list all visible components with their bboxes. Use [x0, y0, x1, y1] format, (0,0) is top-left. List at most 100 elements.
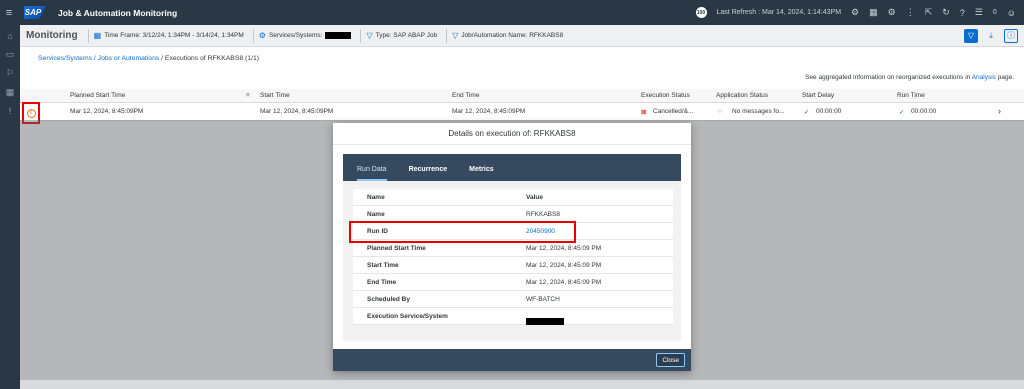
- executions-table: Planned Start Time ≡ Start Time End Time…: [20, 89, 1024, 121]
- dialog-tabs: Run Data Recurrence Metrics: [343, 154, 681, 181]
- col-name: Name: [367, 194, 385, 201]
- refresh-settings-icon[interactable]: ⚙: [888, 7, 896, 18]
- name-label: Job/Automation Name: RFKKABS8: [461, 32, 564, 39]
- tab-recurrence[interactable]: Recurrence: [409, 166, 448, 181]
- col-run-time[interactable]: Run Time: [897, 92, 925, 99]
- dialog-body: Name Value Name RFKKABS8 Run ID 20450900…: [343, 181, 681, 341]
- alert-icon[interactable]: !: [9, 106, 12, 116]
- col-planned-start[interactable]: Planned Start Time: [70, 92, 125, 99]
- filter-toolbar: Monitoring ▦ Time Frame: 3/12/24, 1:34PM…: [20, 25, 1024, 47]
- tab-run-data[interactable]: Run Data: [357, 166, 387, 181]
- type-label: Type: SAP ABAP Job: [375, 32, 438, 39]
- notifications-icon[interactable]: ☰: [975, 7, 983, 18]
- timeframe-label: Time Frame: 3/12/24, 1:34PM - 3/14/24, 1…: [104, 32, 244, 39]
- cell-exec-status: Cancelled/&...: [653, 108, 694, 115]
- cell-end: Mar 12, 2024, 8:45:09PM: [452, 108, 526, 115]
- cell-run-time: 00:00:00: [911, 108, 937, 115]
- info-line: See aggregated information on reorganize…: [805, 74, 1014, 81]
- col-start[interactable]: Start Time: [260, 92, 290, 99]
- value: RFKKABS8: [526, 211, 560, 218]
- service-icon: ⚙: [258, 31, 266, 40]
- jobs-icon[interactable]: ⚐: [6, 68, 14, 79]
- table-row[interactable]: Mar 12, 2024, 8:45:09PM Mar 12, 2024, 8:…: [20, 103, 1024, 121]
- breadcrumb-current: / Executions of RFKKABS8 (1/1): [159, 55, 259, 62]
- info-suffix: page.: [995, 74, 1014, 81]
- run-data-table: Name Value Name RFKKABS8 Run ID 20450900…: [353, 189, 673, 325]
- shell-bar: ≡ SAP Job & Automation Monitoring 100 La…: [0, 0, 1024, 25]
- timeframe-filter[interactable]: ▦ Time Frame: 3/12/24, 1:34PM - 3/14/24,…: [87, 28, 249, 43]
- services-filter[interactable]: ⚙ Services/Systems:: [252, 28, 357, 43]
- filter-icon: ▽: [452, 31, 459, 40]
- page-footer: [20, 380, 1024, 389]
- row-scheduled-by: Scheduled By WF-BATCH: [353, 291, 673, 308]
- key: Planned Start Time: [367, 245, 426, 252]
- tab-metrics[interactable]: Metrics: [469, 166, 494, 181]
- services-label: Services/Systems:: [268, 32, 323, 39]
- help-icon[interactable]: ?: [960, 8, 965, 18]
- table-header: Planned Start Time ≡ Start Time End Time…: [20, 89, 1024, 103]
- close-button[interactable]: Close: [656, 353, 685, 367]
- cancelled-icon: ⊠: [641, 109, 647, 116]
- row-navigate-icon[interactable]: ›: [998, 106, 1001, 116]
- info-prefix: See aggregated information on reorganize…: [805, 74, 972, 81]
- notifications-count: 0: [992, 9, 997, 16]
- col-exec-status[interactable]: Execution Status: [641, 92, 690, 99]
- dialog-footer: Close: [333, 349, 691, 371]
- user-icon[interactable]: ☺: [1007, 8, 1016, 18]
- value: Mar 12, 2024, 8:45:09 PM: [526, 279, 602, 286]
- value: Mar 12, 2024, 8:45:09 PM: [526, 245, 602, 252]
- col-end[interactable]: End Time: [452, 92, 479, 99]
- key: Scheduled By: [367, 296, 410, 303]
- key: Execution Service/System: [367, 313, 448, 320]
- calendar-icon: ▦: [93, 31, 102, 40]
- info-button[interactable]: ⓘ: [1004, 28, 1018, 43]
- left-nav: ⌂ ▭ ⚐ ▦ !: [0, 25, 20, 389]
- col-value: Value: [526, 194, 543, 201]
- cell-start: Mar 12, 2024, 8:45:09PM: [260, 108, 334, 115]
- last-refresh-text: Last Refresh : Mar 14, 2024, 1:14:43PM: [716, 9, 842, 16]
- key: Start Time: [367, 262, 399, 269]
- app-title: Job & Automation Monitoring: [58, 7, 178, 18]
- calendar-icon[interactable]: ▦: [869, 7, 878, 18]
- filter-button[interactable]: ▽: [964, 28, 978, 43]
- more-icon[interactable]: ⋮: [906, 7, 915, 18]
- breadcrumb: Services/Systems / Jobs or Automations /…: [38, 55, 259, 62]
- refresh-icon[interactable]: ↻: [942, 7, 950, 18]
- toolbar-actions: ▽ ⤓ ⓘ: [964, 28, 1024, 43]
- run-id-highlight: [349, 221, 576, 243]
- shell-actions: 100 Last Refresh : Mar 14, 2024, 1:14:43…: [695, 7, 1024, 18]
- type-filter[interactable]: ▽ Type: SAP ABAP Job: [360, 28, 442, 43]
- cell-start-delay: 00:00:00: [816, 108, 842, 115]
- value: WF-BATCH: [526, 296, 560, 303]
- home-icon[interactable]: ⌂: [7, 31, 12, 41]
- row-start: Start Time Mar 12, 2024, 8:45:09 PM: [353, 257, 673, 274]
- key: Name: [367, 211, 385, 218]
- filter-icon: ▽: [366, 31, 373, 40]
- col-app-status[interactable]: Application Status: [716, 92, 768, 99]
- sap-logo: SAP: [24, 6, 46, 19]
- cell-planned-start: Mar 12, 2024, 8:45:09PM: [70, 108, 144, 115]
- value: Mar 12, 2024, 8:45:09 PM: [526, 262, 602, 269]
- grid-icon[interactable]: ▦: [6, 87, 15, 98]
- key: End Time: [367, 279, 397, 286]
- page-title: Monitoring: [26, 30, 78, 41]
- download-icon[interactable]: ⤓: [984, 29, 998, 43]
- execution-details-dialog: Details on execution of: RFKKABS8 Run Da…: [333, 123, 691, 371]
- redacted-value: [325, 32, 352, 39]
- menu-icon[interactable]: ≡: [0, 7, 18, 19]
- analysis-link[interactable]: Analysis: [972, 74, 996, 81]
- name-filter[interactable]: ▽ Job/Automation Name: RFKKABS8: [446, 28, 568, 43]
- check-icon: ✓: [804, 109, 810, 116]
- row-execution-system: Execution Service/System: [353, 308, 673, 325]
- share-icon[interactable]: ⇱: [925, 7, 933, 18]
- settings-icon[interactable]: ⚙: [851, 7, 859, 18]
- row-end: End Time Mar 12, 2024, 8:45:09 PM: [353, 274, 673, 291]
- dialog-title: Details on execution of: RFKKABS8: [333, 123, 691, 145]
- table-header: Name Value: [353, 189, 673, 206]
- breadcrumb-link[interactable]: Services/Systems / Jobs or Automations: [38, 55, 159, 62]
- col-start-delay[interactable]: Start Delay: [802, 92, 834, 99]
- sort-icon[interactable]: ≡: [246, 92, 250, 99]
- cell-app-status: No messages fo...: [732, 108, 785, 115]
- check-icon: ✓: [899, 109, 905, 116]
- monitor-icon[interactable]: ▭: [6, 49, 15, 60]
